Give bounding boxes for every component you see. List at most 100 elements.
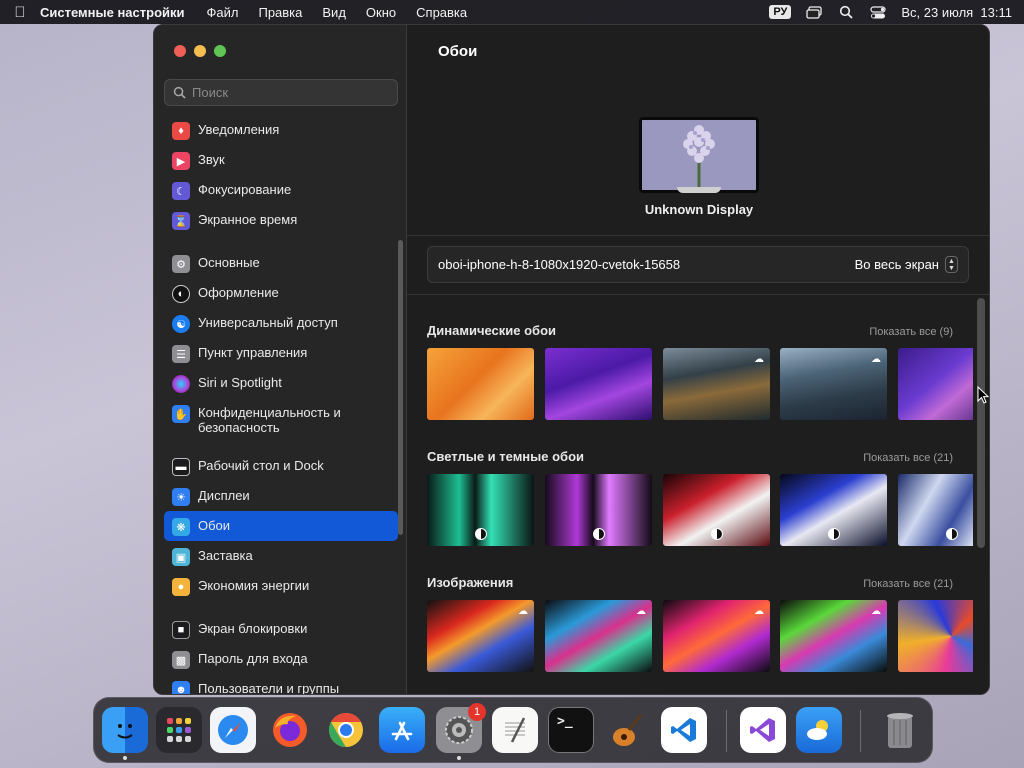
menu-window[interactable]: Окно [366, 5, 396, 20]
menu-edit[interactable]: Правка [258, 5, 302, 20]
sidebar-item-control-center[interactable]: ☰ Пункт управления [164, 338, 398, 368]
moon-icon: ☾ [172, 182, 190, 200]
sun-icon: ☀ [172, 488, 190, 506]
system-settings-window: ♦ Уведомления ▶ Звук ☾ Фокусирование ⌛ Э… [153, 24, 990, 695]
screensaver-icon: ▣ [172, 548, 190, 566]
sidebar-item-focus[interactable]: ☾ Фокусирование [164, 175, 398, 205]
running-indicator [123, 756, 127, 760]
sidebar-item-notifications[interactable]: ♦ Уведомления [164, 115, 398, 145]
wallpaper-thumb[interactable]: ☁ [780, 348, 887, 420]
images-wallpapers-row: ☁ ☁ ☁ ☁ [427, 600, 973, 672]
wallpaper-thumb[interactable] [898, 348, 973, 420]
weather-icon[interactable] [796, 707, 842, 753]
notification-badge: 1 [468, 703, 486, 721]
sidebar-item-users[interactable]: ☻ Пользователи и группы [164, 674, 398, 694]
finder-icon[interactable] [102, 707, 148, 753]
wallpaper-thumb[interactable] [663, 474, 770, 546]
cloud-download-icon: ☁ [518, 606, 528, 617]
textedit-icon[interactable] [492, 707, 538, 753]
cloud-download-icon: ☁ [636, 606, 646, 617]
sidebar-item-accessibility[interactable]: ☯ Универсальный доступ [164, 308, 398, 338]
sidebar-item-appearance[interactable]: ◐ Оформление [164, 278, 398, 308]
accessibility-icon: ☯ [172, 315, 190, 333]
menu-file[interactable]: Файл [207, 5, 239, 20]
appearance-icon: ◐ [172, 285, 190, 303]
app-store-icon[interactable] [379, 707, 425, 753]
main-scrollbar[interactable] [977, 298, 985, 548]
wallpaper-thumb[interactable] [427, 474, 534, 546]
sidebar-item-siri[interactable]: Siri и Spotlight [164, 368, 398, 398]
hourglass-icon: ⌛ [172, 212, 190, 230]
wallpaper-thumb[interactable] [427, 348, 534, 420]
control-center-icon[interactable] [869, 5, 887, 19]
sidebar-item-lock-screen[interactable]: ■ Экран блокировки [164, 614, 398, 644]
app-menu[interactable]: Системные настройки [40, 5, 185, 20]
search-input[interactable] [192, 85, 382, 100]
terminal-icon[interactable]: >_ [548, 707, 594, 753]
wallpaper-thumb[interactable]: ☁ [545, 600, 652, 672]
sidebar-item-screensaver[interactable]: ▣ Заставка [164, 541, 398, 571]
vscode-icon[interactable] [661, 707, 707, 753]
show-all-images-button[interactable]: Показать все (21) [863, 578, 953, 590]
fit-mode-select[interactable]: Во весь экран ▲ ▼ [855, 256, 958, 273]
sidebar-item-wallpaper[interactable]: ❋ Обои [164, 511, 398, 541]
sidebar-item-general[interactable]: ⚙ Основные [164, 248, 398, 278]
sidebar-scrollbar[interactable] [398, 240, 403, 535]
wallpaper-thumb[interactable] [898, 474, 973, 546]
wallpaper-filename: oboi-iphone-h-8-1080x1920-cvetok-15658 [438, 257, 681, 272]
sidebar-item-sound[interactable]: ▶ Звук [164, 145, 398, 175]
wallpaper-thumb[interactable]: ☁ [663, 348, 770, 420]
hand-icon: ✋ [172, 405, 190, 423]
light-dark-toggle-icon [592, 528, 605, 540]
wallpaper-icon: ❋ [172, 518, 190, 536]
sidebar-item-privacy[interactable]: ✋ Конфиденциальность и безопасность [164, 398, 398, 438]
trash-icon[interactable] [877, 707, 923, 753]
light-dark-toggle-icon [710, 528, 723, 540]
spotlight-search-icon[interactable] [837, 5, 855, 19]
zoom-button[interactable] [214, 45, 226, 57]
launchpad-icon[interactable] [156, 707, 202, 753]
wallpaper-thumb[interactable]: ☁ [663, 600, 770, 672]
menu-bar:  Системные настройки Файл Правка Вид Ок… [0, 0, 1024, 24]
sidebar-item-energy[interactable]: ● Экономия энергии [164, 571, 398, 601]
garageband-icon[interactable] [604, 707, 650, 753]
display-name: Unknown Display [644, 202, 754, 217]
input-source-badge[interactable]: РУ [769, 5, 792, 19]
show-all-dynamic-button[interactable]: Показать все (9) [869, 326, 953, 338]
search-field[interactable] [164, 79, 398, 106]
wallpaper-thumb[interactable] [780, 474, 887, 546]
cloud-download-icon: ☁ [871, 354, 881, 365]
wallpaper-thumb[interactable] [545, 348, 652, 420]
apple-menu-icon[interactable]:  [0, 4, 40, 21]
sidebar-item-screen-time[interactable]: ⌛ Экранное время [164, 205, 398, 235]
wallpaper-thumb[interactable] [545, 474, 652, 546]
menubar-clock[interactable]: Вс, 23 июля 13:11 [901, 5, 1012, 20]
safari-icon[interactable] [210, 707, 256, 753]
firefox-icon[interactable] [267, 707, 313, 753]
users-icon: ☻ [172, 681, 190, 694]
close-button[interactable] [174, 45, 186, 57]
sidebar-item-displays[interactable]: ☀ Дисплеи [164, 481, 398, 511]
menu-help[interactable]: Справка [416, 5, 467, 20]
cloud-download-icon: ☁ [754, 606, 764, 617]
screen-mirroring-icon[interactable] [805, 5, 823, 19]
sidebar-item-login-password[interactable]: ▩ Пароль для входа [164, 644, 398, 674]
minimize-button[interactable] [194, 45, 206, 57]
dock: 1 >_ [93, 697, 933, 763]
menu-view[interactable]: Вид [322, 5, 346, 20]
wallpaper-selector: oboi-iphone-h-8-1080x1920-cvetok-15658 В… [427, 246, 969, 283]
visual-studio-icon[interactable] [740, 707, 786, 753]
speaker-icon: ▶ [172, 152, 190, 170]
mouse-cursor-icon [977, 386, 989, 404]
sidebar-item-desktop-dock[interactable]: ▬ Рабочий стол и Dock [164, 451, 398, 481]
wallpaper-pane: Обои Unknown Display oboi-iphone-h-8-108… [407, 25, 989, 694]
show-all-light-dark-button[interactable]: Показать все (21) [863, 452, 953, 464]
display-preview[interactable] [639, 117, 759, 193]
control-center-icon: ☰ [172, 345, 190, 363]
wallpaper-thumb[interactable]: ☁ [427, 600, 534, 672]
chrome-icon[interactable] [323, 707, 369, 753]
cloud-download-icon: ☁ [871, 606, 881, 617]
wallpaper-thumb[interactable]: ☁ [780, 600, 887, 672]
light-dark-wallpapers-row [427, 474, 973, 546]
wallpaper-thumb[interactable] [898, 600, 973, 672]
